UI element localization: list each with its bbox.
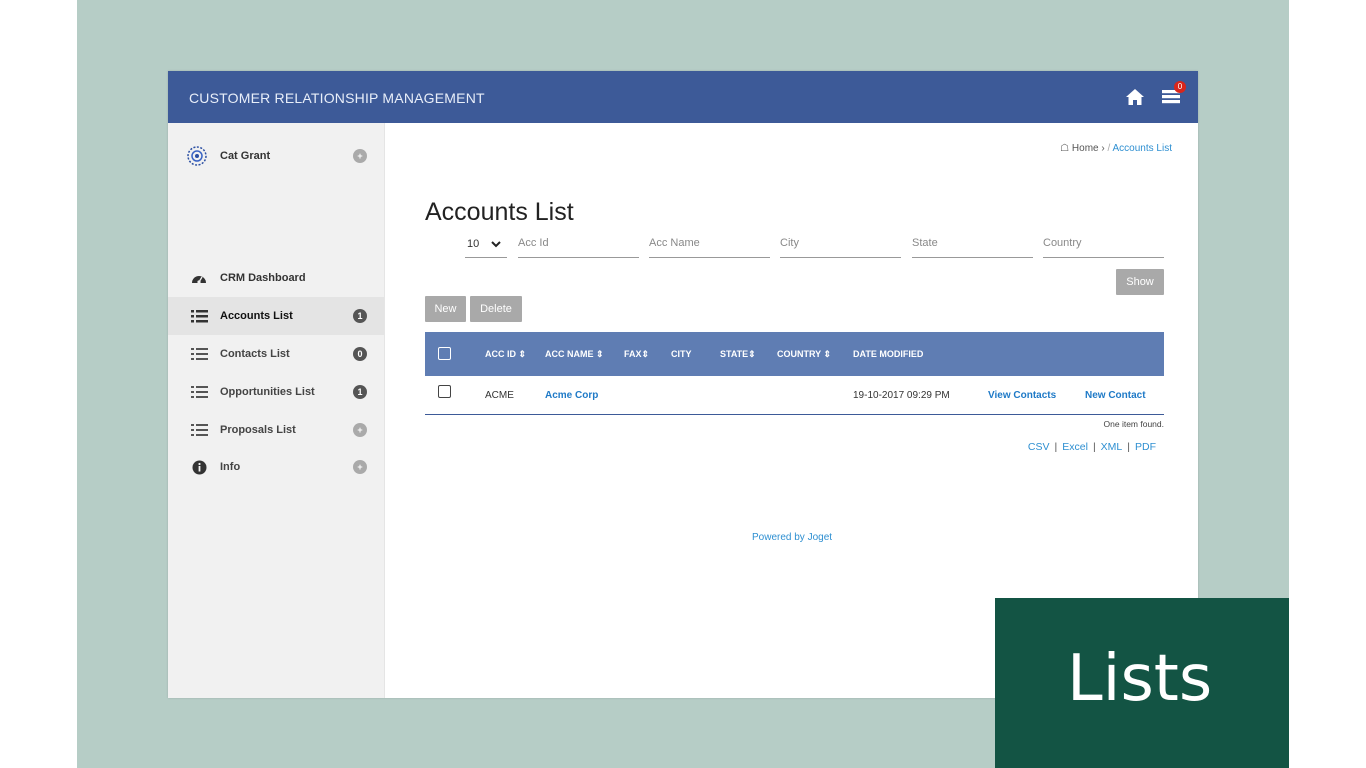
home-icon[interactable] [1124,86,1146,108]
sidebar-user[interactable]: Cat Grant + [168,137,384,175]
list-icon [190,345,208,363]
acc-id-filter[interactable] [518,233,639,258]
user-name: Cat Grant [220,150,271,162]
sidebar-item-accounts-list[interactable]: Accounts List 1 [168,297,384,335]
cell-date-modified: 19-10-2017 09:29 PM [853,390,950,401]
sidebar-item-label: Contacts List [220,348,290,360]
app-title[interactable]: CUSTOMER RELATIONSHIP MANAGEMENT [189,90,485,106]
menu-toggle-button[interactable]: 0 [1160,81,1186,109]
column-header-state[interactable]: STATE⇕ [720,349,756,360]
top-navbar: CUSTOMER RELATIONSHIP MANAGEMENT 0 [168,71,1198,123]
delete-button[interactable]: Delete [470,296,522,322]
sidebar-item-label: Info [220,461,241,473]
sidebar-item-label: Opportunities List [220,386,315,398]
column-header-country[interactable]: COUNTRY ⇕ [777,349,831,360]
view-contacts-link[interactable]: View Contacts [988,390,1056,401]
new-button[interactable]: New [425,296,466,322]
acc-id-input[interactable] [518,233,639,253]
count-badge: 0 [353,347,367,361]
city-filter[interactable] [780,233,901,258]
sidebar-item-contacts-list[interactable]: Contacts List 0 [168,335,384,373]
select-all-checkbox[interactable] [438,347,451,360]
list-icon [190,307,208,325]
sidebar-item-opportunities-list[interactable]: Opportunities List 1 [168,373,384,411]
column-header-acc-id[interactable]: ACC ID ⇕ [485,349,526,360]
country-input[interactable] [1043,233,1164,253]
column-header-date-modified: DATE MODIFIED [853,349,924,359]
page-size-select[interactable]: 10 [465,233,507,258]
sidebar: Cat Grant + CRM Dashboard Accounts List … [168,123,385,698]
sidebar-item-label: Accounts List [220,310,293,322]
notification-badge: 0 [1174,81,1186,93]
state-input[interactable] [912,233,1033,253]
export-pdf-link[interactable]: PDF [1135,441,1156,453]
cell-acc-id: ACME [485,390,514,401]
sidebar-item-label: Proposals List [220,424,296,436]
home-icon: ☖ [1060,143,1070,154]
export-csv-link[interactable]: CSV [1028,441,1050,453]
new-contact-link[interactable]: New Contact [1085,390,1146,401]
sidebar-item-proposals-list[interactable]: Proposals List + [168,411,384,449]
export-links: CSV | Excel | XML | PDF [1027,441,1156,453]
page-title: Accounts List [425,198,574,226]
page-size-value: 10 [467,238,480,250]
expand-icon[interactable]: + [353,460,367,474]
caption-box: Lists [995,598,1289,768]
table-row: ACME Acme Corp 19-10-2017 09:29 PM View … [425,376,1164,415]
row-checkbox[interactable] [438,385,451,398]
info-icon [190,458,208,476]
column-header-acc-name[interactable]: ACC NAME ⇕ [545,349,604,360]
sidebar-item-info[interactable]: Info + [168,448,384,486]
sidebar-item-crm-dashboard[interactable]: CRM Dashboard [168,259,384,297]
breadcrumb-home[interactable]: Home [1072,143,1099,154]
list-icon [190,421,208,439]
column-header-fax[interactable]: FAX⇕ [624,349,649,360]
export-excel-link[interactable]: Excel [1062,441,1088,453]
state-filter[interactable] [912,233,1033,258]
count-badge: 1 [353,385,367,399]
result-count: One item found. [1103,419,1164,429]
column-header-city: CITY [671,349,692,359]
show-button[interactable]: Show [1116,269,1164,295]
city-input[interactable] [780,233,901,253]
acc-name-filter[interactable] [649,233,770,258]
export-xml-link[interactable]: XML [1101,441,1123,453]
list-icon [190,383,208,401]
expand-icon[interactable]: + [353,423,367,437]
country-filter[interactable] [1043,233,1164,258]
cell-acc-name-link[interactable]: Acme Corp [545,390,598,401]
breadcrumb: ☖ Home › / Accounts List [1060,143,1172,154]
acc-name-input[interactable] [649,233,770,253]
sidebar-item-label: CRM Dashboard [220,272,306,284]
breadcrumb-current: Accounts List [1112,143,1172,154]
breadcrumb-separator: / [1107,143,1111,154]
table-header: ACC ID ⇕ ACC NAME ⇕ FAX⇕ CITY STATE⇕ COU… [425,332,1164,376]
chevron-down-icon [491,241,501,248]
dashboard-icon [190,269,208,287]
powered-by-link[interactable]: Powered by Joget [752,532,832,543]
user-expand-icon[interactable]: + [353,149,367,163]
avatar [185,144,209,168]
caption-text: Lists [1067,642,1213,716]
count-badge: 1 [353,309,367,323]
